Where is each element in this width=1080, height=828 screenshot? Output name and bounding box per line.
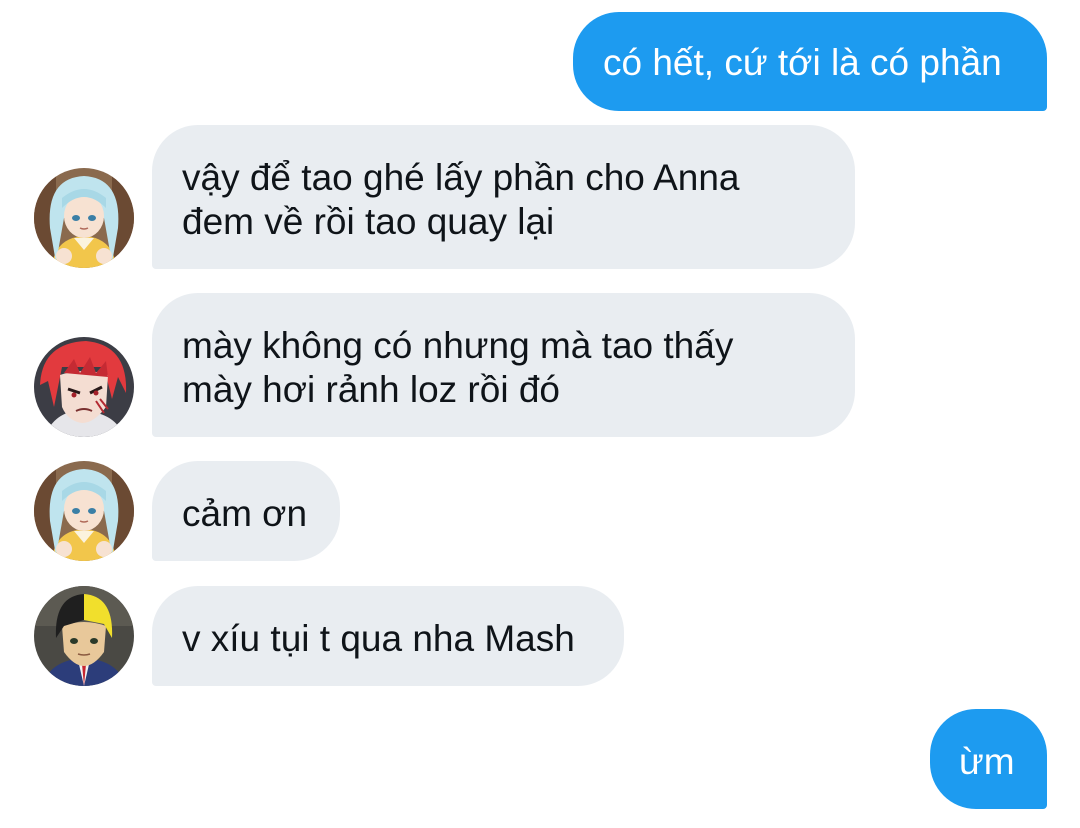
blue-haired-girl-avatar[interactable] — [34, 461, 134, 561]
two-tone-haired-boy-avatar-image — [34, 586, 134, 686]
blue-haired-girl-avatar-image — [34, 461, 134, 561]
outgoing-message-bubble[interactable]: có hết, cứ tới là có phần — [573, 12, 1047, 111]
two-tone-haired-boy-avatar[interactable] — [34, 586, 134, 686]
incoming-message-bubble[interactable]: vậy để tao ghé lấy phần cho Anna đem về … — [152, 125, 855, 269]
blue-haired-girl-avatar[interactable] — [34, 168, 134, 268]
blue-haired-girl-avatar-image — [34, 168, 134, 268]
outgoing-message-bubble[interactable]: ừm — [930, 709, 1047, 809]
red-haired-boy-avatar[interactable] — [34, 337, 134, 437]
incoming-message-bubble[interactable]: v xíu tụi t qua nha Mash — [152, 586, 624, 686]
incoming-message-bubble[interactable]: mày không có nhưng mà tao thấy mày hơi r… — [152, 293, 855, 437]
red-haired-boy-avatar-image — [34, 337, 134, 437]
incoming-message-bubble[interactable]: cảm ơn — [152, 461, 340, 561]
